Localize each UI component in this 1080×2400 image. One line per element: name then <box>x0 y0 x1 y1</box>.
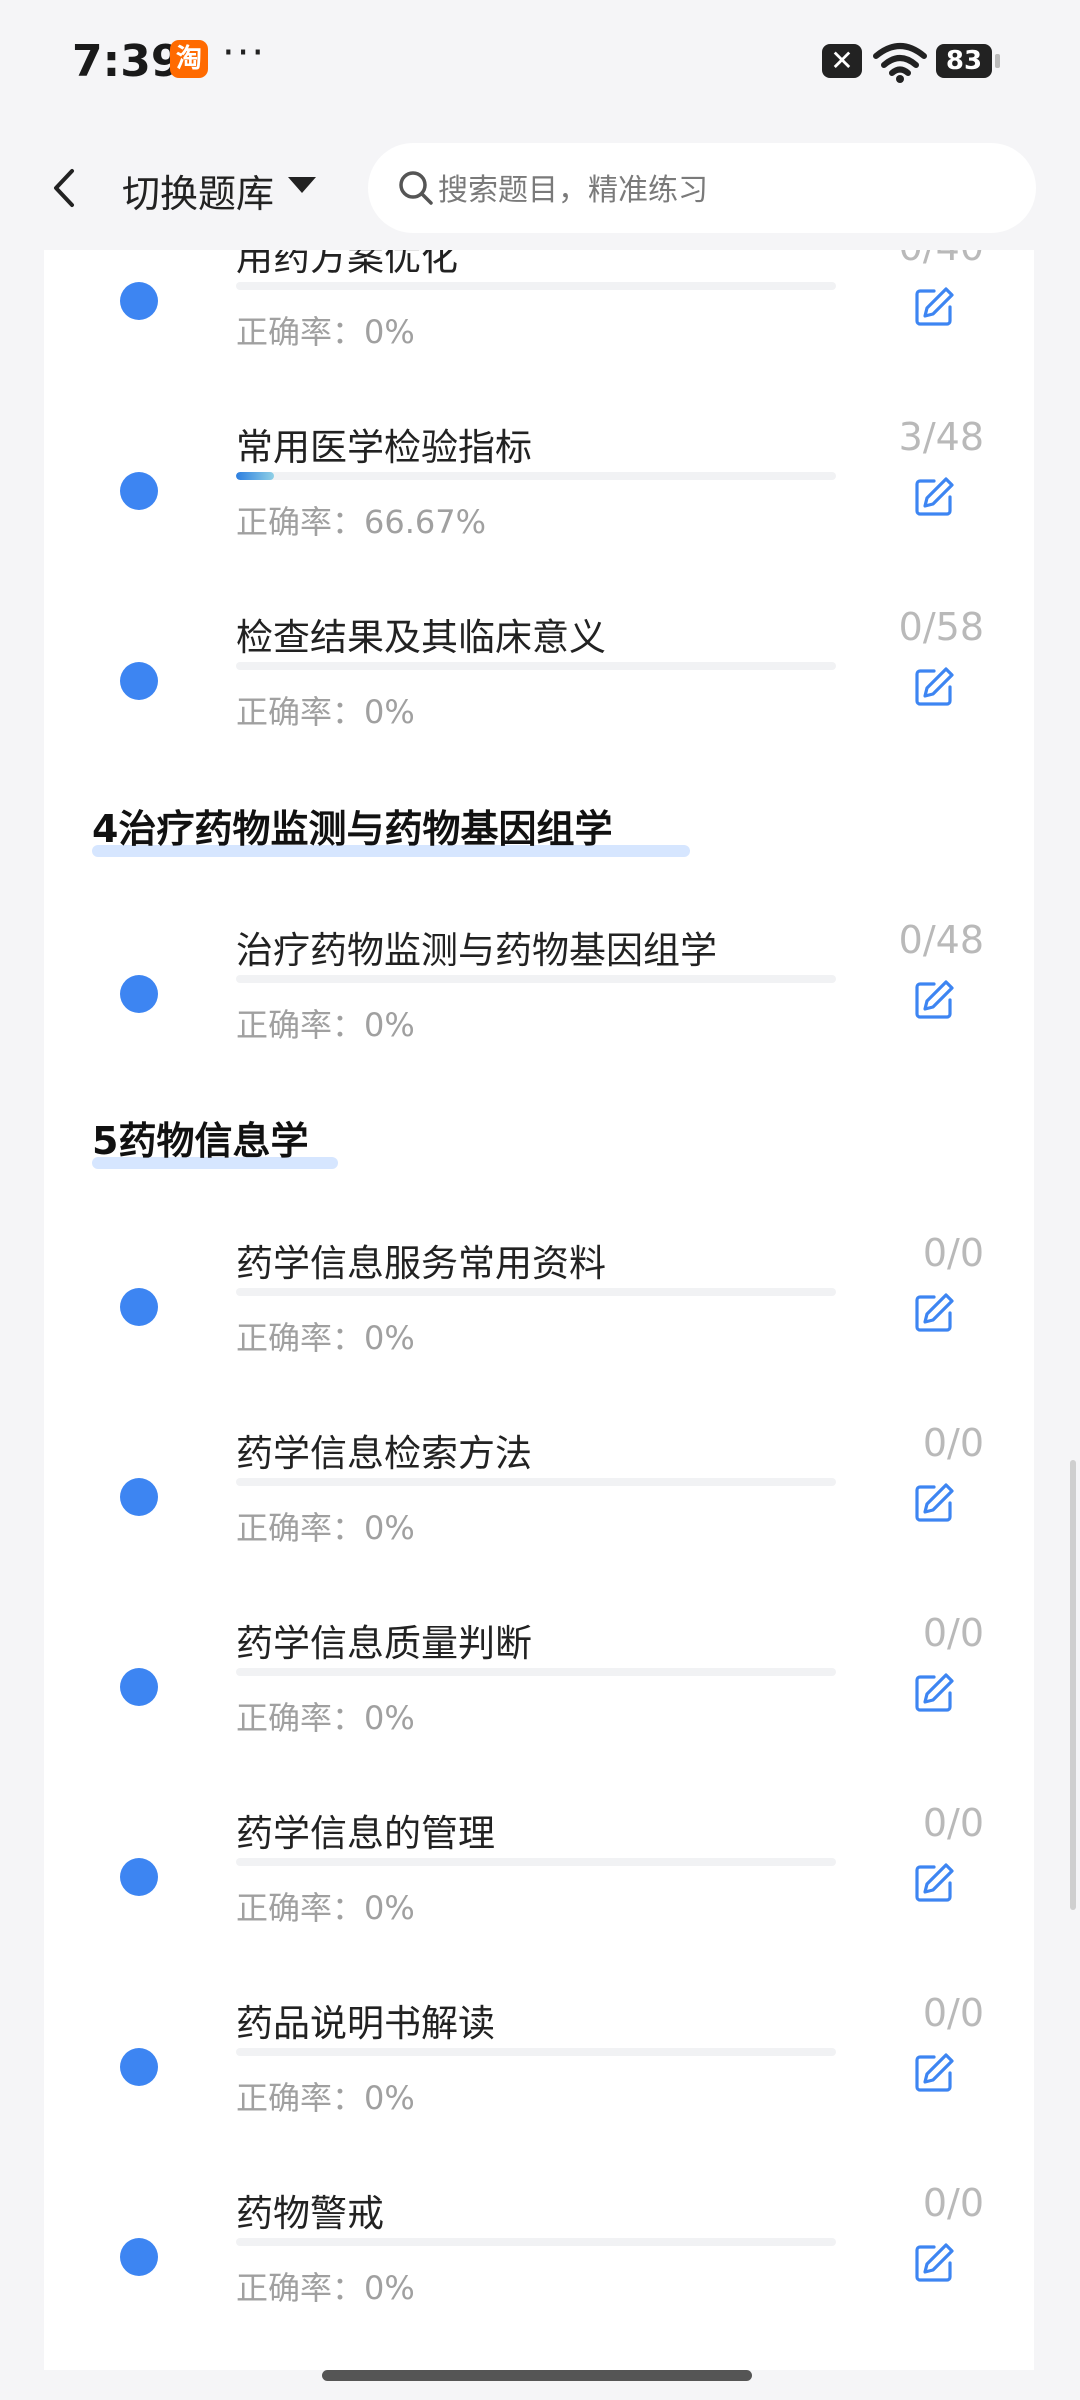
section-title: 5药物信息学 <box>92 1110 338 1169</box>
progress-bar <box>236 2238 836 2246</box>
accuracy-rate: 正确率：0% <box>236 1889 415 1927</box>
question-count: 0/0 <box>922 1991 984 2035</box>
wifi-icon <box>873 43 927 83</box>
accuracy-rate: 正确率：0% <box>236 693 415 731</box>
search-bar[interactable]: 搜索题目，精准练习 <box>368 143 1036 233</box>
item-title: 药学信息质量判断 <box>236 1622 532 1665</box>
status-dot <box>120 1478 158 1516</box>
edit-icon[interactable] <box>912 1291 956 1335</box>
item-title: 治疗药物监测与药物基因组学 <box>236 929 717 972</box>
progress-bar <box>236 975 836 983</box>
back-arrow-icon[interactable] <box>40 163 90 213</box>
list-item[interactable]: 药学信息质量判断 正确率：0% 0/0 <box>44 1611 1034 1793</box>
progress-bar <box>236 472 836 480</box>
question-count: 0/48 <box>898 918 984 962</box>
list-item[interactable]: 药学信息的管理 正确率：0% 0/0 <box>44 1801 1034 1983</box>
progress-bar <box>236 1858 836 1866</box>
battery-indicator: 83 <box>936 44 1000 78</box>
accuracy-rate: 正确率：0% <box>236 1509 415 1547</box>
status-dot <box>120 282 158 320</box>
question-count: 0/0 <box>922 1801 984 1845</box>
status-dot <box>120 2048 158 2086</box>
edit-icon[interactable] <box>912 665 956 709</box>
clock: 7:39 <box>72 36 182 87</box>
edit-icon[interactable] <box>912 978 956 1022</box>
notification-close-icon: ✕ <box>822 44 862 78</box>
list-item[interactable]: 药学信息检索方法 正确率：0% 0/0 <box>44 1421 1034 1603</box>
list-item[interactable]: 用药方案优化 正确率：0% 0/40 <box>44 250 1034 407</box>
accuracy-rate: 正确率：0% <box>236 2269 415 2307</box>
top-nav: 切换题库 搜索题目，精准练习 <box>0 125 1080 250</box>
list-item[interactable]: 常用医学检验指标 正确率：66.67% 3/48 <box>44 415 1034 597</box>
status-dot <box>120 1858 158 1896</box>
home-indicator[interactable] <box>322 2370 752 2381</box>
status-dot <box>120 2238 158 2276</box>
question-count: 0/40 <box>899 250 984 269</box>
progress-fill <box>236 472 274 480</box>
list-item[interactable]: 检查结果及其临床意义 正确率：0% 0/58 <box>44 605 1034 787</box>
scrollbar[interactable] <box>1070 1460 1076 1910</box>
status-dot <box>120 662 158 700</box>
question-count: 0/0 <box>922 1611 984 1655</box>
section-title: 4治疗药物监测与药物基因组学 <box>92 798 690 857</box>
search-placeholder: 搜索题目，精准练习 <box>438 173 708 208</box>
status-dot <box>120 975 158 1013</box>
switch-question-bank-button[interactable]: 切换题库 <box>122 163 274 218</box>
progress-bar <box>236 282 836 290</box>
search-icon <box>399 171 433 205</box>
progress-bar <box>236 1478 836 1486</box>
question-count: 3/48 <box>898 415 984 459</box>
item-title: 药学信息服务常用资料 <box>236 1242 606 1285</box>
item-title: 药品说明书解读 <box>236 2002 495 2045</box>
taobao-app-icon: 淘 <box>170 40 208 78</box>
list-item[interactable]: 药品说明书解读 正确率：0% 0/0 <box>44 1991 1034 2173</box>
item-title: 药学信息的管理 <box>236 1812 495 1855</box>
list-item[interactable]: 治疗药物监测与药物基因组学 正确率：0% 0/48 <box>44 918 1034 1100</box>
item-title: 药物警戒 <box>236 2192 384 2235</box>
accuracy-rate: 正确率：0% <box>236 2079 415 2117</box>
progress-bar <box>236 1668 836 1676</box>
status-dot <box>120 472 158 510</box>
list-item[interactable]: 药物警戒 正确率：0% 0/0 <box>44 2181 1034 2363</box>
accuracy-rate: 正确率：0% <box>236 1699 415 1737</box>
accuracy-rate: 正确率：0% <box>236 1319 415 1357</box>
accuracy-rate: 正确率：0% <box>236 1006 415 1044</box>
edit-icon[interactable] <box>912 1671 956 1715</box>
status-dot <box>120 1288 158 1326</box>
question-count: 0/0 <box>922 1421 984 1465</box>
caret-down-icon[interactable] <box>288 177 316 193</box>
item-title: 检查结果及其临床意义 <box>236 616 606 659</box>
status-dot <box>120 1668 158 1706</box>
more-notifications-icon: ··· <box>222 30 267 76</box>
progress-bar <box>236 2048 836 2056</box>
question-count: 0/58 <box>898 605 984 649</box>
accuracy-rate: 正确率：0% <box>236 313 415 351</box>
item-title: 常用医学检验指标 <box>236 426 532 469</box>
progress-bar <box>236 662 836 670</box>
item-title: 用药方案优化 <box>236 250 458 279</box>
edit-icon[interactable] <box>912 475 956 519</box>
edit-icon[interactable] <box>912 2051 956 2095</box>
question-count: 0/0 <box>922 2181 984 2225</box>
edit-icon[interactable] <box>912 1481 956 1525</box>
edit-icon[interactable] <box>912 285 956 329</box>
status-bar: 7:39 淘 ··· ✕ 83 <box>0 0 1080 125</box>
edit-icon[interactable] <box>912 1861 956 1905</box>
edit-icon[interactable] <box>912 2241 956 2285</box>
chapter-list: 4治疗药物监测与药物基因组学 5药物信息学 用药方案优化 正确率：0% 0/40… <box>44 250 1034 2370</box>
item-title: 药学信息检索方法 <box>236 1432 532 1475</box>
question-count: 0/0 <box>922 1231 984 1275</box>
list-item[interactable]: 药学信息服务常用资料 正确率：0% 0/0 <box>44 1231 1034 1413</box>
accuracy-rate: 正确率：66.67% <box>236 503 487 541</box>
progress-bar <box>236 1288 836 1296</box>
